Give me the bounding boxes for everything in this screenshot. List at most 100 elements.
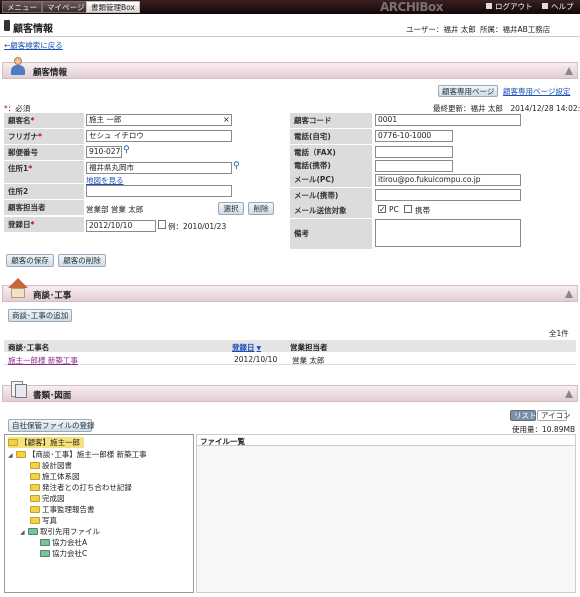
- calendar-icon[interactable]: [158, 220, 166, 229]
- mail-mobile-input[interactable]: [375, 189, 521, 201]
- expand-icon: ◢: [8, 452, 13, 459]
- address-search-icon[interactable]: ⚲: [233, 161, 240, 171]
- staff-label: 顧客担当者: [4, 200, 84, 215]
- mail-target-pc-checkbox[interactable]: ✓: [378, 205, 386, 214]
- tree-item-customer[interactable]: 【顧客】施主一郎: [8, 437, 84, 448]
- tree-item-project[interactable]: ◢ 【商談･工事】施主一郎様 新築工事: [8, 449, 147, 460]
- fax-input[interactable]: [375, 146, 453, 158]
- tree-item-partner-files[interactable]: ◢ 取引先用ファイル: [20, 526, 100, 537]
- project-section-title: 商談･工事: [33, 291, 72, 301]
- archibox-logo: ARCHIBox: [380, 0, 443, 14]
- logout-link[interactable]: ログアウト: [486, 0, 533, 14]
- regdate-label: 登録日*: [4, 217, 84, 232]
- help-link[interactable]: ヘルプ: [542, 0, 574, 14]
- address2-label: 住所2: [4, 184, 84, 199]
- tree-item-supervision-report[interactable]: 工事監理報告書: [30, 504, 95, 515]
- add-project-button[interactable]: 商談･工事の追加: [8, 309, 72, 322]
- tree-item-photos[interactable]: 写真: [30, 515, 57, 526]
- tree-item-meeting-records[interactable]: 発注者との打ち合わせ記録: [30, 482, 132, 493]
- select-staff-button[interactable]: 選択: [218, 202, 244, 215]
- project-staff: 営業 太郎: [292, 356, 325, 365]
- current-user: ユーザー：福井 太郎: [406, 25, 476, 34]
- folder-icon: [30, 495, 40, 502]
- collapse-icon[interactable]: [565, 290, 573, 298]
- required-note: ：必須: [7, 104, 31, 113]
- customer-name-input[interactable]: 施主 一郎: [86, 114, 232, 126]
- project-section-header: 商談･工事: [2, 278, 578, 302]
- project-count: 全1件: [549, 329, 569, 338]
- file-list-panel: [196, 434, 576, 593]
- code-input[interactable]: 0001: [375, 114, 521, 126]
- folder-icon: [30, 517, 40, 524]
- col-project-name: 商談･工事名: [8, 343, 50, 352]
- view-icon-button[interactable]: アイコン: [537, 410, 571, 421]
- tel-home-input[interactable]: 0776-10-1000: [375, 130, 453, 142]
- memo-textarea[interactable]: [375, 219, 521, 247]
- tree-item-partner-a[interactable]: 協力会社A: [40, 537, 87, 548]
- project-date: 2012/10/10: [234, 355, 278, 364]
- shared-folder-icon: [40, 539, 50, 546]
- mail-target-mobile-checkbox[interactable]: [404, 205, 412, 213]
- docs-section-title: 書類･図面: [33, 391, 72, 401]
- docs-section-header: 書類･図面: [2, 381, 578, 402]
- documents-icon: [9, 380, 27, 400]
- tab-menu[interactable]: メニュー: [2, 1, 42, 13]
- address2-input[interactable]: [86, 185, 232, 197]
- sort-icon: ▼: [256, 345, 262, 352]
- tab-mypage[interactable]: マイページ: [42, 1, 90, 13]
- logout-icon: [486, 3, 492, 9]
- customer-page-button[interactable]: 顧客専用ページ: [438, 85, 499, 97]
- regdate-input[interactable]: 2012/10/10: [86, 220, 156, 232]
- kana-input[interactable]: セシュ イチロウ: [86, 130, 232, 142]
- help-icon: [542, 3, 548, 9]
- address1-input[interactable]: 福井県丸岡市: [86, 162, 232, 174]
- view-list-button[interactable]: リスト: [510, 410, 537, 421]
- customer-page-settings-link[interactable]: 顧客専用ページ設定: [503, 86, 570, 97]
- col-regdate-sort[interactable]: 登録日 ▼: [232, 342, 261, 353]
- current-org: 所属：福井AB工務店: [480, 25, 551, 34]
- tree-item-completion-drawing[interactable]: 完成図: [30, 493, 65, 504]
- mail-target-label: メール送信対象: [290, 203, 372, 218]
- delete-customer-button[interactable]: 顧客の削除: [58, 254, 106, 267]
- zip-label: 郵便番号: [4, 145, 84, 160]
- folder-icon: [30, 462, 40, 469]
- code-label: 顧客コード: [290, 113, 372, 128]
- customer-section-header: 顧客情報: [2, 57, 578, 79]
- delete-staff-button[interactable]: 削除: [248, 202, 274, 215]
- tree-item-partner-c[interactable]: 協力会社C: [40, 548, 87, 559]
- memo-label: 備考: [290, 219, 372, 249]
- mail-pc-input[interactable]: itirou@po.fukuicompu.co.jp: [375, 174, 521, 186]
- regdate-example: 例：2010/01/23: [168, 222, 227, 231]
- col-sales-staff: 営業担当者: [290, 343, 328, 352]
- project-name-link[interactable]: 施主一郎様 新築工事: [8, 355, 78, 366]
- customer-section-title: 顧客情報: [33, 68, 68, 78]
- tree-item-construction-chart[interactable]: 施工体系図: [30, 471, 80, 482]
- mail-pc-label: メール(PC): [290, 172, 372, 187]
- person-icon: [9, 57, 27, 77]
- house-icon: [7, 278, 29, 300]
- help-label: ヘルプ: [551, 2, 574, 11]
- expand-icon: ◢: [20, 529, 25, 536]
- clear-icon[interactable]: ×: [223, 115, 230, 124]
- folder-icon: [16, 451, 26, 458]
- collapse-icon[interactable]: [565, 67, 573, 75]
- tree-item-design-docs[interactable]: 設計図書: [30, 460, 72, 471]
- back-to-search-link[interactable]: ←顧客検索に戻る: [4, 40, 63, 51]
- mail-mobile-label: メール(携帯): [290, 188, 372, 203]
- zip-input[interactable]: 910-0276: [86, 146, 122, 158]
- shared-folder-icon: [28, 528, 38, 535]
- collapse-icon[interactable]: [565, 390, 573, 398]
- zip-search-icon[interactable]: ⚲: [123, 145, 130, 155]
- divider: [0, 36, 580, 37]
- last-updated: 最終更新：福井 太郎 2014/12/28 14:02:38: [433, 104, 580, 113]
- save-customer-button[interactable]: 顧客の保存: [6, 254, 54, 267]
- mobile-input[interactable]: [375, 160, 453, 172]
- project-table-header: 商談･工事名 登録日 ▼ 営業担当者: [4, 340, 576, 352]
- folder-icon: [30, 473, 40, 480]
- phone-icon: [4, 20, 10, 31]
- folder-icon: [30, 484, 40, 491]
- register-file-button[interactable]: 自社保管ファイルの登録: [8, 419, 95, 432]
- shared-folder-icon: [40, 550, 50, 557]
- tab-document-box[interactable]: 書類管理Box: [86, 1, 140, 13]
- mail-target-mobile-label: 携帯: [415, 206, 430, 215]
